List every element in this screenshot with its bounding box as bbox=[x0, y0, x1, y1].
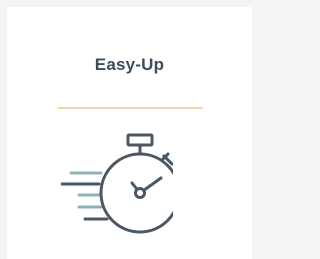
card-title: Easy-Up bbox=[94, 55, 165, 74]
feature-card: Easy-Up bbox=[7, 7, 252, 259]
stopwatch-speed-icon bbox=[61, 133, 173, 234]
title-divider bbox=[58, 107, 203, 109]
